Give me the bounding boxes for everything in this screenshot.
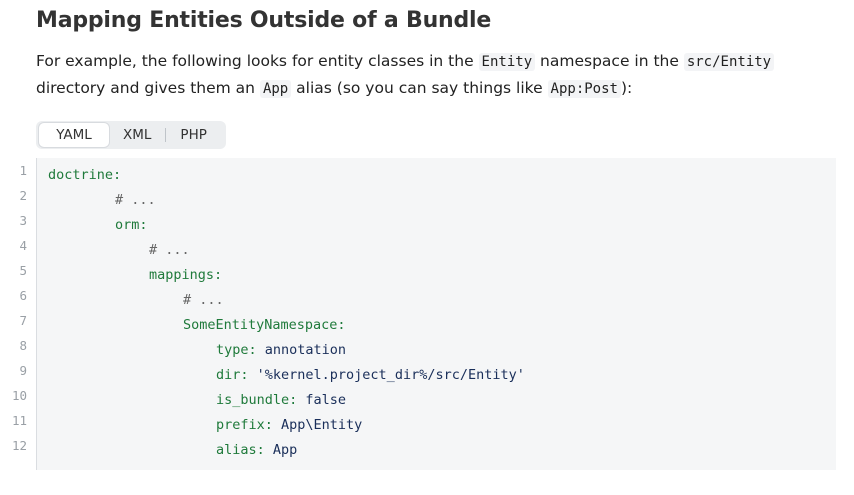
code-line: type: annotation: [216, 338, 346, 363]
yaml-key: SomeEntityNamespace:: [183, 317, 346, 333]
line-number: 12: [11, 438, 27, 453]
line-number: 8: [19, 338, 27, 353]
intro-paragraph: For example, the following looks for ent…: [36, 48, 826, 102]
config-format-tabs: YAML XML PHP: [36, 121, 226, 149]
yaml-comment: # ...: [149, 242, 190, 258]
line-number: 7: [19, 313, 27, 328]
line-number: 2: [19, 188, 27, 203]
inline-code-src-entity: src/Entity: [683, 53, 775, 71]
code-line: # ...: [149, 238, 190, 263]
yaml-comment: # ...: [183, 292, 224, 308]
code-block: 1 2 3 4 5 6 7 8 9 10 11 12 doctrine: # .…: [0, 158, 836, 470]
code-line: # ...: [183, 288, 224, 313]
line-number: 10: [11, 388, 27, 403]
line-number: 6: [19, 288, 27, 303]
tab-php[interactable]: PHP: [166, 123, 220, 147]
yaml-key: doctrine:: [48, 167, 122, 183]
code-line: # ...: [115, 188, 156, 213]
code-line: SomeEntityNamespace:: [183, 313, 346, 338]
code-line: prefix: App\Entity: [216, 413, 362, 438]
yaml-key: type:: [216, 342, 257, 358]
line-number: 11: [11, 413, 27, 428]
code-line: is_bundle: false: [216, 388, 346, 413]
para-text: alias (so you can say things like: [291, 79, 548, 97]
tab-xml[interactable]: XML: [109, 123, 165, 147]
section-heading: Mapping Entities Outside of a Bundle: [36, 8, 492, 33]
line-number: 5: [19, 263, 27, 278]
yaml-key: dir:: [216, 367, 249, 383]
yaml-value: App\Entity: [272, 417, 363, 433]
inline-code-app-post: App:Post: [547, 80, 621, 98]
tab-yaml[interactable]: YAML: [39, 123, 109, 147]
yaml-key: alias:: [216, 442, 265, 458]
code-line: doctrine:: [48, 163, 121, 188]
yaml-key: orm:: [115, 217, 148, 233]
para-text: namespace in the: [535, 52, 684, 70]
para-text: directory and gives them an: [36, 79, 260, 97]
yaml-value: App: [264, 442, 298, 458]
yaml-string: '%kernel.project_dir%/src/Entity': [248, 367, 525, 383]
code-line: dir: '%kernel.project_dir%/src/Entity': [216, 363, 525, 388]
code-line: alias: App: [216, 438, 297, 463]
yaml-value: annotation: [256, 342, 347, 358]
yaml-key: is_bundle:: [216, 392, 298, 408]
para-text: For example, the following looks for ent…: [36, 52, 479, 70]
line-number: 1: [19, 163, 27, 178]
yaml-key: prefix:: [216, 417, 273, 433]
code-area: [37, 158, 836, 470]
line-number: 9: [19, 363, 27, 378]
para-text: ):: [620, 79, 633, 97]
yaml-comment: # ...: [115, 192, 156, 208]
inline-code-app: App: [259, 80, 292, 98]
inline-code-entity: Entity: [478, 53, 536, 71]
yaml-key: mappings:: [149, 267, 223, 283]
code-line: orm:: [115, 213, 148, 238]
code-line: mappings:: [149, 263, 222, 288]
line-number: 3: [19, 213, 27, 228]
yaml-value: false: [297, 392, 347, 408]
line-number: 4: [19, 238, 27, 253]
